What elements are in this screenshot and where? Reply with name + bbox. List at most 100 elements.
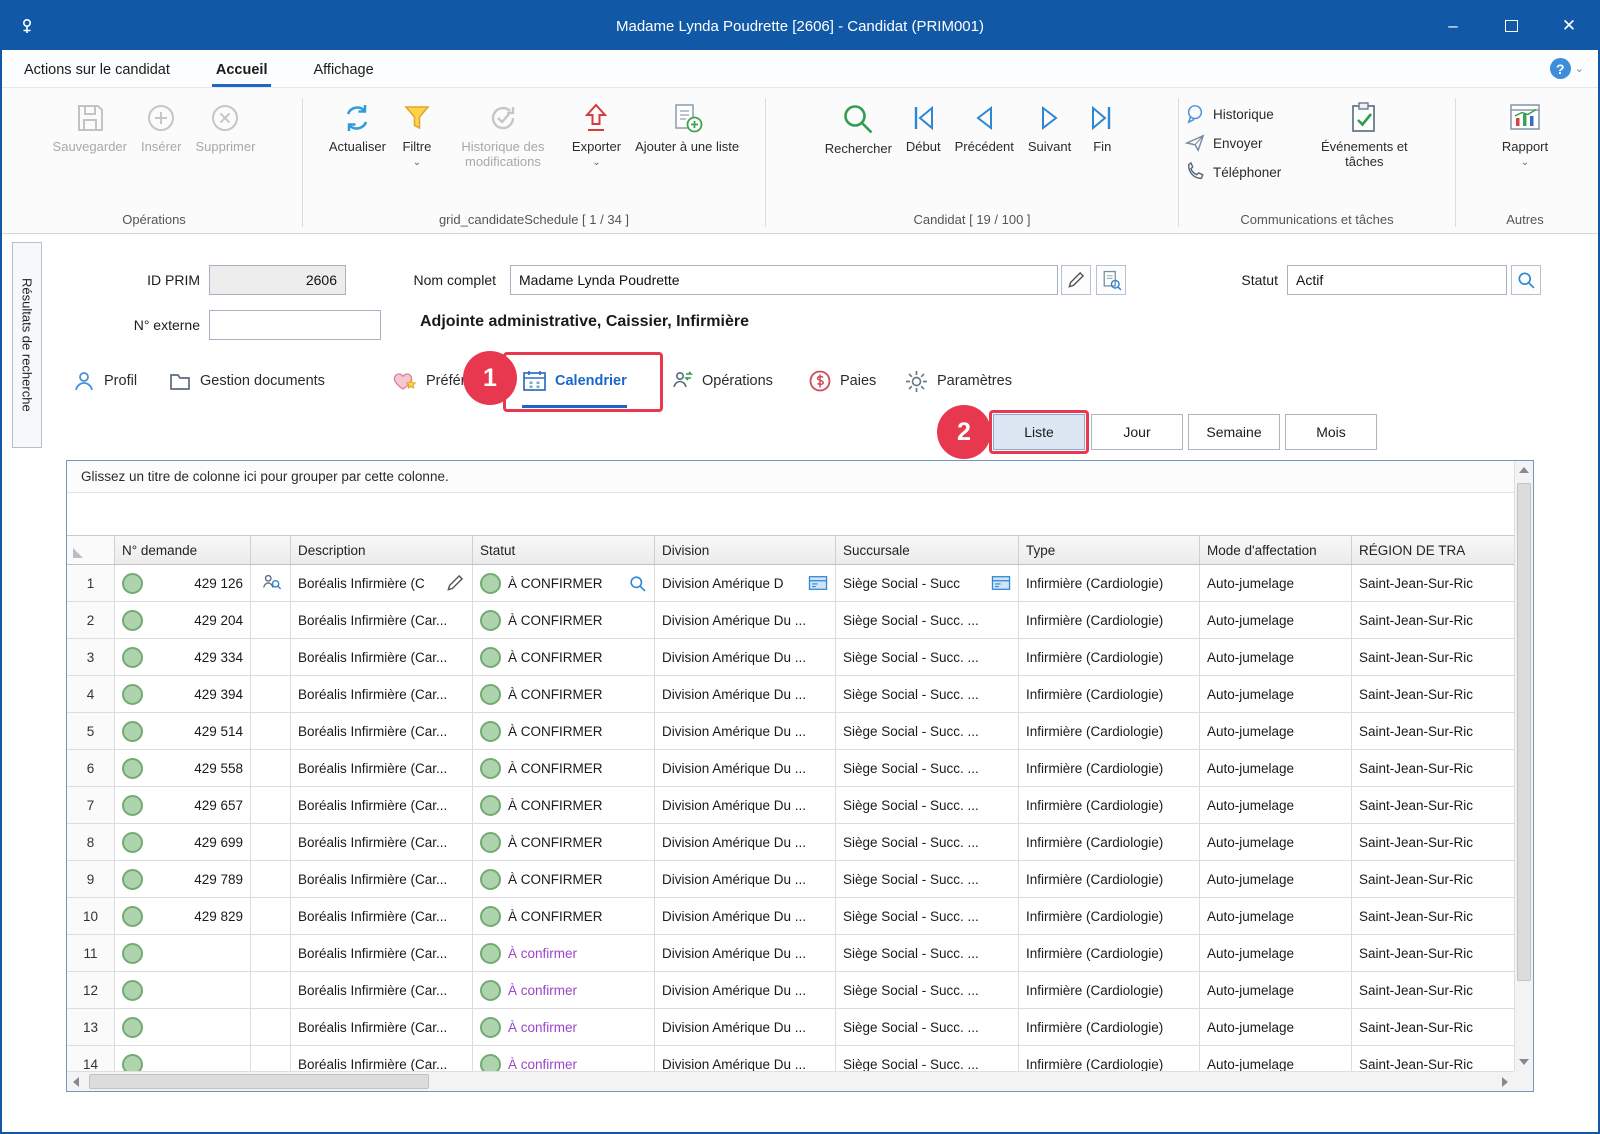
- view-jour-button[interactable]: Jour: [1091, 414, 1183, 450]
- refresh-button[interactable]: Actualiser: [323, 94, 392, 157]
- horizontal-scrollbar[interactable]: [67, 1071, 1514, 1091]
- history-button[interactable]: Historique: [1185, 104, 1281, 124]
- cell-statut: À confirmer: [473, 935, 655, 971]
- vertical-scrollbar[interactable]: [1514, 461, 1533, 1071]
- close-button[interactable]: ✕: [1540, 2, 1598, 50]
- cell-statut: À confirmer: [473, 1046, 655, 1071]
- first-record-button[interactable]: Début: [900, 94, 947, 157]
- header-mode-affectation[interactable]: Mode d'affectation: [1200, 536, 1352, 564]
- export-dropdown-icon[interactable]: ⌄: [592, 160, 600, 165]
- edit-assignment-icon[interactable]: [445, 573, 465, 593]
- menu-affichage[interactable]: Affichage: [309, 54, 377, 87]
- scroll-right-button[interactable]: [1496, 1072, 1514, 1091]
- group-by-panel[interactable]: [67, 493, 1514, 535]
- export-button[interactable]: Exporter ⌄: [566, 94, 627, 167]
- green-status-icon: [122, 832, 143, 853]
- cell-description: Boréalis Infirmière (Car...: [291, 824, 473, 860]
- menu-accueil[interactable]: Accueil: [212, 54, 272, 87]
- table-row[interactable]: 10 429 829 Boréalis Infirmière (Car... À…: [67, 898, 1514, 935]
- ribbon-collapse-chevron-icon[interactable]: ⌄: [1575, 62, 1584, 75]
- last-record-button[interactable]: Fin: [1079, 94, 1125, 157]
- cell-description: Boréalis Infirmière (Car...: [291, 602, 473, 638]
- group-label-candidate: Candidat [ 19 / 100 ]: [768, 210, 1176, 233]
- header-region[interactable]: RÉGION DE TRA: [1352, 536, 1514, 564]
- previous-record-button[interactable]: Précédent: [949, 94, 1020, 157]
- view-liste-button[interactable]: Liste: [993, 414, 1085, 450]
- tab-paies[interactable]: Paies: [808, 362, 876, 408]
- tab-parametres[interactable]: Paramètres: [904, 362, 1012, 408]
- table-row[interactable]: 2 429 204 Boréalis Infirmière (Car... À …: [67, 602, 1514, 639]
- candidate-roles-text: Adjointe administrative, Caissier, Infir…: [420, 313, 749, 331]
- table-row[interactable]: 1 429 126 Boréalis Infirmière (C À CONFI…: [67, 565, 1514, 602]
- group-label-communications: Communications et tâches: [1181, 210, 1453, 233]
- table-row[interactable]: 7 429 657 Boréalis Infirmière (Car... À …: [67, 787, 1514, 824]
- division-detail-icon[interactable]: [808, 574, 828, 592]
- scrollbar-corner: [1514, 1071, 1533, 1091]
- cell-region: Saint-Jean-Sur-Ric: [1352, 1009, 1514, 1045]
- insert-icon: [144, 101, 178, 135]
- table-row[interactable]: 3 429 334 Boréalis Infirmière (Car... À …: [67, 639, 1514, 676]
- cell-region: Saint-Jean-Sur-Ric: [1352, 676, 1514, 712]
- refresh-icon: [340, 101, 374, 135]
- filter-dropdown-icon[interactable]: ⌄: [413, 160, 421, 165]
- succursale-detail-icon[interactable]: [991, 574, 1011, 592]
- status-field[interactable]: Actif: [1287, 265, 1507, 295]
- phone-button[interactable]: Téléphoner: [1185, 162, 1281, 182]
- header-description[interactable]: Description: [291, 536, 473, 564]
- edit-name-button[interactable]: [1061, 265, 1091, 295]
- table-row[interactable]: 12 Boréalis Infirmière (Car... À confirm…: [67, 972, 1514, 1009]
- cell-demande: [115, 1046, 251, 1071]
- external-number-field[interactable]: [209, 310, 381, 340]
- search-button[interactable]: Rechercher: [819, 94, 898, 159]
- green-status-icon: [480, 1017, 501, 1038]
- cell-type: Infirmière (Cardiologie): [1019, 898, 1200, 934]
- send-button[interactable]: Envoyer: [1185, 133, 1281, 153]
- table-row[interactable]: 9 429 789 Boréalis Infirmière (Car... À …: [67, 861, 1514, 898]
- minimize-button[interactable]: –: [1424, 2, 1482, 50]
- cell-description: Boréalis Infirmière (Car...: [291, 898, 473, 934]
- arrow-right-icon: [1502, 1077, 1508, 1087]
- next-record-button[interactable]: Suivant: [1022, 94, 1077, 157]
- horizontal-scroll-thumb[interactable]: [89, 1074, 429, 1089]
- events-tasks-button[interactable]: Événements et tâches: [1303, 94, 1425, 172]
- view-semaine-button[interactable]: Semaine: [1188, 414, 1280, 450]
- vertical-scroll-thumb[interactable]: [1517, 483, 1531, 981]
- tab-operations[interactable]: Opérations: [670, 362, 773, 408]
- filter-button[interactable]: Filtre ⌄: [394, 94, 440, 167]
- full-name-field[interactable]: Madame Lynda Poudrette: [510, 265, 1058, 295]
- tab-profil[interactable]: Profil: [72, 362, 137, 408]
- table-row[interactable]: 13 Boréalis Infirmière (Car... À confirm…: [67, 1009, 1514, 1046]
- cell-division: Division Amérique Du ...: [655, 713, 836, 749]
- table-row[interactable]: 6 429 558 Boréalis Infirmière (Car... À …: [67, 750, 1514, 787]
- statut-search-icon[interactable]: [628, 574, 647, 593]
- cell-region: Saint-Jean-Sur-Ric: [1352, 935, 1514, 971]
- preview-name-button[interactable]: [1096, 265, 1126, 295]
- ribbon: Sauvegarder Insérer Supprimer Opérations…: [2, 88, 1598, 234]
- header-statut[interactable]: Statut: [473, 536, 655, 564]
- view-mois-button[interactable]: Mois: [1285, 414, 1377, 450]
- table-row[interactable]: 5 429 514 Boréalis Infirmière (Car... À …: [67, 713, 1514, 750]
- help-icon[interactable]: ?: [1550, 58, 1571, 79]
- tab-calendrier[interactable]: Calendrier: [522, 362, 627, 408]
- header-division[interactable]: Division: [655, 536, 836, 564]
- table-row[interactable]: 11 Boréalis Infirmière (Car... À confirm…: [67, 935, 1514, 972]
- maximize-button[interactable]: [1482, 2, 1540, 50]
- table-row[interactable]: 4 429 394 Boréalis Infirmière (Car... À …: [67, 676, 1514, 713]
- status-search-button[interactable]: [1511, 265, 1541, 295]
- search-results-side-tab[interactable]: Résultats de recherche: [12, 242, 42, 448]
- report-dropdown-icon[interactable]: ⌄: [1521, 160, 1529, 165]
- add-to-list-button[interactable]: Ajouter à une liste: [629, 94, 745, 157]
- table-row[interactable]: 14 Boréalis Infirmière (Car... À confirm…: [67, 1046, 1514, 1071]
- ribbon-group-schedule: Actualiser Filtre ⌄ Historique des modif…: [305, 92, 763, 233]
- header-type[interactable]: Type: [1019, 536, 1200, 564]
- scroll-left-button[interactable]: [67, 1072, 85, 1091]
- scroll-up-button[interactable]: [1515, 461, 1533, 479]
- tab-gestion-documents[interactable]: Gestion documents: [168, 362, 325, 408]
- candidate-match-icon[interactable]: [260, 571, 282, 596]
- header-succursale[interactable]: Succursale: [836, 536, 1019, 564]
- report-button[interactable]: Rapport ⌄: [1496, 94, 1554, 167]
- menu-actions-candidat[interactable]: Actions sur le candidat: [20, 54, 174, 87]
- scroll-down-button[interactable]: [1515, 1053, 1533, 1071]
- table-row[interactable]: 8 429 699 Boréalis Infirmière (Car... À …: [67, 824, 1514, 861]
- header-demande[interactable]: N° demande: [115, 536, 251, 564]
